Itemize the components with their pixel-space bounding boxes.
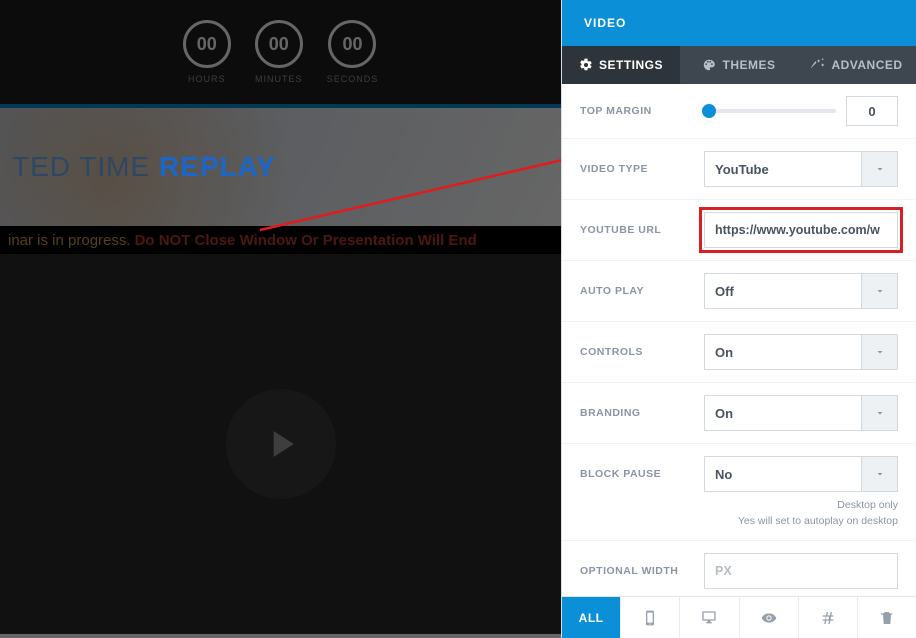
youtube-url-input[interactable] xyxy=(704,212,898,248)
help-line2: Yes will set to autoplay on desktop xyxy=(738,515,898,527)
gear-icon xyxy=(579,58,593,72)
auto-play-value: Off xyxy=(705,274,861,308)
device-bar: ALL xyxy=(562,596,916,638)
chevron-down-icon xyxy=(861,152,897,186)
chevron-down-icon xyxy=(861,396,897,430)
row-block-pause: BLOCK PAUSE No xyxy=(562,444,916,496)
branding-select[interactable]: On xyxy=(704,395,898,431)
row-branding: BRANDING On xyxy=(562,383,916,444)
sidebar-tabs: SETTINGS THEMES ADVANCED xyxy=(562,46,916,84)
count-minutes-value: 00 xyxy=(255,20,303,68)
label-branding: BRANDING xyxy=(580,407,692,419)
video-type-select[interactable]: YouTube xyxy=(704,151,898,187)
count-seconds: 00 SECONDS xyxy=(327,20,379,84)
auto-play-select[interactable]: Off xyxy=(704,273,898,309)
device-all-button[interactable]: ALL xyxy=(562,597,621,638)
device-all-label: ALL xyxy=(579,611,604,625)
label-auto-play: AUTO PLAY xyxy=(580,285,692,297)
mobile-icon xyxy=(642,610,658,626)
device-mobile-button[interactable] xyxy=(621,597,680,638)
anchor-id-button[interactable] xyxy=(799,597,858,638)
count-hours-label: HOURS xyxy=(183,74,231,84)
count-hours: 00 HOURS xyxy=(183,20,231,84)
play-icon xyxy=(259,422,303,466)
block-pause-help: Desktop only Yes will set to autoplay on… xyxy=(562,496,916,541)
warning-lead: inar is in progress. xyxy=(8,232,131,249)
headline-lead: TED TIME xyxy=(12,151,159,182)
count-hours-value: 00 xyxy=(183,20,231,68)
app-root: 00 HOURS 00 MINUTES 00 SECONDS TED TIME … xyxy=(0,0,916,638)
hash-icon xyxy=(820,610,836,626)
video-type-value: YouTube xyxy=(705,152,861,186)
desktop-icon xyxy=(701,610,717,626)
label-youtube-url: YOUTUBE URL xyxy=(580,224,692,236)
visibility-button[interactable] xyxy=(740,597,799,638)
label-controls: CONTROLS xyxy=(580,346,692,358)
video-player-area[interactable] xyxy=(0,254,561,634)
row-controls: CONTROLS On xyxy=(562,322,916,383)
count-minutes-label: MINUTES xyxy=(255,74,303,84)
headline-text: TED TIME REPLAY xyxy=(12,151,276,183)
settings-body[interactable]: TOP MARGIN VIDEO TYPE YouTube xyxy=(562,84,916,596)
trash-icon xyxy=(879,610,895,626)
count-seconds-label: SECONDS xyxy=(327,74,379,84)
tab-settings[interactable]: SETTINGS xyxy=(562,46,680,84)
block-pause-value: No xyxy=(705,457,861,491)
count-minutes: 00 MINUTES xyxy=(255,20,303,84)
label-optional-width: OPTIONAL WIDTH xyxy=(580,565,692,577)
tab-themes-label: THEMES xyxy=(722,58,775,72)
delete-button[interactable] xyxy=(858,597,916,638)
warning-danger: Do NOT Close Window Or Presentation Will… xyxy=(135,232,477,249)
sidebar-title: VIDEO xyxy=(562,0,916,46)
play-button[interactable] xyxy=(226,389,336,499)
tab-themes[interactable]: THEMES xyxy=(680,46,798,84)
row-youtube-url: YOUTUBE URL xyxy=(562,200,916,261)
count-seconds-value: 00 xyxy=(328,20,376,68)
chevron-down-icon xyxy=(861,274,897,308)
top-margin-value[interactable] xyxy=(846,96,898,126)
warning-strip: inar is in progress. Do NOT Close Window… xyxy=(0,226,561,254)
top-margin-slider[interactable] xyxy=(704,109,836,113)
chevron-down-icon xyxy=(861,457,897,491)
help-line1: Desktop only xyxy=(837,499,898,511)
tab-advanced[interactable]: ADVANCED xyxy=(798,46,916,84)
label-top-margin: TOP MARGIN xyxy=(580,105,692,117)
optional-width-input[interactable] xyxy=(704,553,898,589)
row-video-type: VIDEO TYPE YouTube xyxy=(562,139,916,200)
countdown-bar: 00 HOURS 00 MINUTES 00 SECONDS xyxy=(0,0,561,108)
page-preview: 00 HOURS 00 MINUTES 00 SECONDS TED TIME … xyxy=(0,0,561,638)
eye-icon xyxy=(761,610,777,626)
top-margin-slider-thumb[interactable] xyxy=(702,104,716,118)
row-auto-play: AUTO PLAY Off xyxy=(562,261,916,322)
settings-sidebar: VIDEO SETTINGS THEMES ADVANCED TOP MARGI… xyxy=(561,0,916,638)
wand-icon xyxy=(811,58,825,72)
headline-banner: TED TIME REPLAY xyxy=(0,108,561,226)
label-block-pause: BLOCK PAUSE xyxy=(580,468,692,480)
headline-accent: REPLAY xyxy=(159,151,276,182)
controls-value: On xyxy=(705,335,861,369)
device-desktop-button[interactable] xyxy=(680,597,739,638)
tab-settings-label: SETTINGS xyxy=(599,58,663,72)
block-pause-select[interactable]: No xyxy=(704,456,898,492)
row-top-margin: TOP MARGIN xyxy=(562,84,916,139)
row-optional-width: OPTIONAL WIDTH xyxy=(562,541,916,597)
palette-icon xyxy=(702,58,716,72)
controls-select[interactable]: On xyxy=(704,334,898,370)
branding-value: On xyxy=(705,396,861,430)
chevron-down-icon xyxy=(861,335,897,369)
label-video-type: VIDEO TYPE xyxy=(580,163,692,175)
tab-advanced-label: ADVANCED xyxy=(831,58,902,72)
